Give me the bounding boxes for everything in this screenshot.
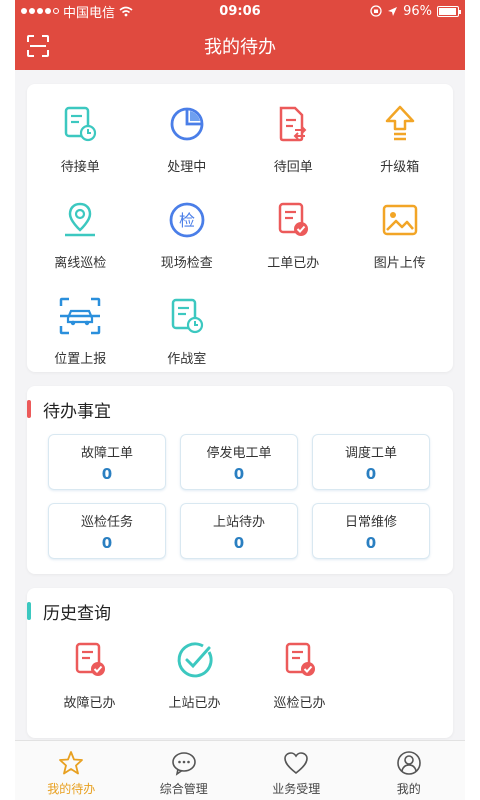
shortcut-label: 升级箱: [380, 160, 420, 175]
todo-count: 0: [233, 533, 245, 552]
carrier-label: 中国电信: [63, 5, 116, 21]
user-icon: [396, 751, 421, 775]
check-circle-icon: [173, 638, 217, 682]
page-title: 我的待办: [204, 37, 276, 58]
battery-icon: [437, 5, 461, 17]
shortcut-label: 图片上传: [373, 256, 426, 271]
todo-count: 0: [101, 464, 113, 483]
todo-site-visit[interactable]: 上站待办 0: [180, 503, 298, 559]
shortcut-upgrade-box[interactable]: 升级箱: [347, 94, 454, 190]
todo-label: 日常维修: [344, 514, 397, 530]
status-bar: 中国电信 09:06 96%: [15, 0, 465, 22]
shortcut-offline-inspection[interactable]: 离线巡检: [27, 190, 134, 286]
todo-count: 0: [365, 464, 377, 483]
tab-label: 业务受理: [272, 782, 321, 796]
shortcut-pending-receive[interactable]: 待接单: [27, 94, 134, 190]
todo-inspection-task[interactable]: 巡检任务 0: [48, 503, 166, 559]
signal-icon: [21, 8, 59, 14]
todo-fault-order[interactable]: 故障工单 0: [48, 434, 166, 490]
todo-power-outage-order[interactable]: 停发电工单 0: [180, 434, 298, 490]
history-label: 上站已办: [168, 696, 221, 711]
top-navbar: 我的待办: [15, 22, 465, 70]
tab-business-acceptance[interactable]: 业务受理: [240, 741, 353, 800]
app-screen: 中国电信 09:06 96% 我的待办 待接单 处理中 待回单 升级箱 离线巡检…: [15, 0, 465, 800]
inspection-done-icon: [278, 638, 322, 682]
todo-dispatch-order[interactable]: 调度工单 0: [312, 434, 430, 490]
return-document-icon: [271, 102, 315, 146]
todo-daily-repair[interactable]: 日常维修 0: [312, 503, 430, 559]
shortcut-order-done[interactable]: 工单已办: [240, 190, 347, 286]
todo-label: 调度工单: [344, 445, 397, 461]
tab-my-todo[interactable]: 我的待办: [15, 741, 128, 800]
shortcut-onsite-check[interactable]: 检 现场检查: [134, 190, 241, 286]
bottom-tab-bar: 我的待办 综合管理 业务受理 我的: [15, 740, 465, 800]
inspect-badge-icon: 检: [165, 198, 209, 242]
shortcut-label: 待回单: [273, 160, 313, 175]
location-pin-icon: [58, 198, 102, 242]
todo-section: 待办事宜 故障工单 0 停发电工单 0 调度工单 0 巡检任务 0 上站待办 0…: [27, 386, 453, 574]
tab-label: 我的: [396, 782, 421, 796]
history-inspection-done[interactable]: 巡检已办: [247, 634, 352, 711]
shortcut-location-report[interactable]: 位置上报: [27, 286, 134, 382]
shortcut-label: 离线巡检: [54, 256, 107, 271]
history-fault-done[interactable]: 故障已办: [37, 634, 142, 711]
star-icon: [59, 751, 84, 775]
tab-general-management[interactable]: 综合管理: [128, 741, 241, 800]
section-accent-bar: [27, 400, 31, 418]
scan-icon[interactable]: [27, 35, 49, 57]
fault-done-icon: [68, 638, 112, 682]
shortcut-label: 现场检查: [160, 256, 213, 271]
todo-label: 停发电工单: [206, 445, 272, 461]
shortcut-label: 处理中: [167, 160, 207, 175]
shortcut-panel: 待接单 处理中 待回单 升级箱 离线巡检 检 现场检查 工单已办 图片上传 位置…: [27, 84, 453, 372]
todo-label: 故障工单: [80, 445, 133, 461]
todo-count: 0: [101, 533, 113, 552]
shortcut-return-document[interactable]: 待回单: [240, 94, 347, 190]
tab-label: 综合管理: [159, 782, 208, 796]
shortcut-processing[interactable]: 处理中: [134, 94, 241, 190]
todo-label: 上站待办: [212, 514, 265, 530]
war-room-icon: [165, 294, 209, 338]
pending-receive-icon: [58, 102, 102, 146]
image-upload-icon: [378, 198, 422, 242]
done-document-icon: [271, 198, 315, 242]
shortcut-label: 位置上报: [54, 352, 107, 367]
todo-count: 0: [233, 464, 245, 483]
processing-pie-icon: [165, 102, 209, 146]
chat-bubble-icon: [171, 752, 196, 776]
history-label: 巡检已办: [273, 696, 326, 711]
history-label: 故障已办: [63, 696, 116, 711]
shortcut-image-upload[interactable]: 图片上传: [347, 190, 454, 286]
tab-mine[interactable]: 我的: [353, 741, 466, 800]
shortcut-label: 作战室: [167, 352, 207, 367]
wifi-icon: [119, 6, 133, 16]
section-title: 待办事宜: [43, 401, 111, 422]
history-site-done[interactable]: 上站已办: [142, 634, 247, 711]
vehicle-scan-icon: [58, 294, 102, 338]
shortcut-war-room[interactable]: 作战室: [134, 286, 241, 382]
todo-label: 巡检任务: [80, 514, 133, 530]
location-arrow-icon: [388, 6, 398, 16]
orientation-lock-icon: [370, 5, 382, 17]
upgrade-arrow-icon: [378, 102, 422, 146]
tab-label: 我的待办: [47, 782, 96, 796]
todo-count: 0: [365, 533, 377, 552]
section-title: 历史查询: [43, 603, 111, 624]
battery-percent: 96%: [403, 3, 432, 19]
heart-icon: [284, 752, 309, 775]
section-accent-bar: [27, 602, 31, 620]
history-section: 历史查询 故障已办 上站已办 巡检已办: [27, 588, 453, 738]
shortcut-label: 待接单: [60, 160, 100, 175]
svg-text:检: 检: [179, 211, 195, 230]
shortcut-label: 工单已办: [267, 256, 320, 271]
